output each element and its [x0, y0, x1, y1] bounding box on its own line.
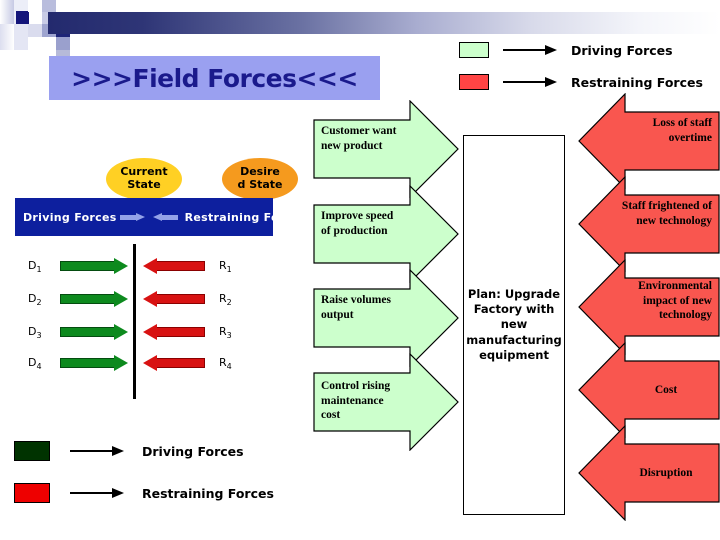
plan-label: Plan: Upgrade Factory with new manufactu…: [466, 287, 562, 362]
current-state-label: Current State: [120, 165, 168, 191]
restraining-arrow-shape: Loss of staff overtime: [578, 93, 720, 189]
deco-block-4: [14, 24, 28, 50]
driving-force-label: D3: [28, 325, 42, 341]
arrow-right-icon: [60, 324, 128, 340]
deco-block-2: [0, 24, 14, 50]
arrow-right-icon: [119, 212, 146, 222]
arrow-right-icon: [60, 355, 128, 371]
driving-arrow-label: Customer want new product: [321, 125, 397, 152]
driving-force-row: D2: [28, 288, 138, 310]
slide-title-box: >>>Field Forces<<<: [49, 56, 380, 100]
restraining-force-label: R2: [219, 292, 232, 308]
restraining-arrow-shape: Environmental impact of new technology: [578, 259, 720, 355]
legend-label-restraining: Restraining Forces: [142, 485, 274, 501]
page-title: >>>Field Forces<<<: [71, 63, 358, 93]
deco-block-15: [56, 37, 70, 50]
driving-arrow-shape: Customer want new product: [313, 100, 459, 198]
desired-state-label: Desire d State: [237, 165, 283, 191]
desired-state-ellipse: Desire d State: [222, 158, 298, 200]
arrow-right-icon: [60, 291, 128, 307]
restraining-arrow-shape: Disruption: [578, 425, 720, 521]
driving-force-row: D3: [28, 321, 138, 343]
restraining-force-label: R4: [219, 356, 232, 372]
legend-label-driving: Driving Forces: [571, 42, 673, 58]
arrow-right-icon: [503, 45, 559, 55]
deco-block-5: [28, 0, 42, 12]
arrow-right-icon: [503, 77, 559, 87]
driving-force-row: D4: [28, 352, 138, 374]
arrow-left-icon: [143, 291, 205, 307]
arrow-left-icon: [143, 355, 205, 371]
current-state-ellipse: Current State: [106, 158, 182, 200]
legend-swatch-restraining: [459, 74, 489, 90]
deco-block-7: [28, 37, 42, 50]
legend-bottom: Driving Forces Restraining Forces: [14, 440, 274, 524]
restraining-arrow-label: Disruption: [639, 467, 693, 479]
plan-box: Plan: Upgrade Factory with new manufactu…: [463, 135, 565, 515]
deco-block-6: [28, 24, 42, 37]
driving-force-label: D2: [28, 292, 42, 308]
restraining-force-label: R3: [219, 325, 232, 341]
restraining-arrow-label: Cost: [654, 384, 678, 396]
legend-label-restraining: Restraining Forces: [571, 74, 703, 90]
driving-force-row: D1: [28, 255, 138, 277]
legend-swatch-driving: [459, 42, 489, 58]
deco-block-1: [0, 0, 14, 24]
banner-restraining-label: Restraining Forces: [184, 210, 307, 224]
driving-arrow-shape: Control rising maintenance cost: [313, 353, 459, 451]
deco-block-12: [56, 0, 70, 12]
arrow-right-icon: [60, 258, 128, 274]
legend-row-restraining: Restraining Forces: [459, 70, 703, 94]
restraining-force-row: R1: [143, 255, 253, 277]
driving-force-label: D1: [28, 259, 42, 275]
restraining-force-row: R2: [143, 288, 253, 310]
deco-block-11: [42, 37, 56, 50]
arrow-right-icon: [70, 488, 126, 498]
legend-swatch-driving: [14, 441, 50, 461]
arrow-left-icon: [143, 324, 205, 340]
restraining-arrow-label: Environmental impact of new technology: [638, 280, 712, 322]
legend-row-driving-bottom: Driving Forces: [14, 440, 274, 462]
legend-label-driving: Driving Forces: [142, 443, 244, 459]
restraining-force-row: R3: [143, 321, 253, 343]
driving-arrow-label: Raise volumes output: [321, 294, 391, 321]
legend-swatch-restraining: [14, 483, 50, 503]
restraining-force-row: R4: [143, 352, 253, 374]
legend-row-driving: Driving Forces: [459, 38, 703, 62]
force-banner: Driving Forces Restraining Forces: [15, 198, 306, 236]
restraining-force-label: R1: [219, 259, 232, 275]
driving-arrow-label: Control rising maintenance cost: [321, 380, 391, 422]
driving-arrow-label: Improve speed of production: [321, 210, 394, 237]
driving-force-label: D4: [28, 356, 42, 372]
restraining-arrow-shape: Staff frightened of new technology: [578, 176, 720, 272]
arrow-right-icon: [70, 446, 126, 456]
banner-driving-label: Driving Forces: [23, 210, 117, 224]
restraining-arrow-label: Staff frightened of new technology: [621, 200, 712, 227]
restraining-arrow-label: Loss of staff overtime: [652, 117, 712, 144]
legend-row-restraining-bottom: Restraining Forces: [14, 482, 274, 504]
header-gradient-bar: [48, 12, 720, 34]
deco-block-8: [42, 0, 56, 12]
arrow-left-icon: [152, 212, 178, 222]
arrow-left-icon: [143, 258, 205, 274]
deco-block-navy-square: [16, 11, 29, 24]
restraining-arrow-shape: Cost: [578, 342, 720, 438]
